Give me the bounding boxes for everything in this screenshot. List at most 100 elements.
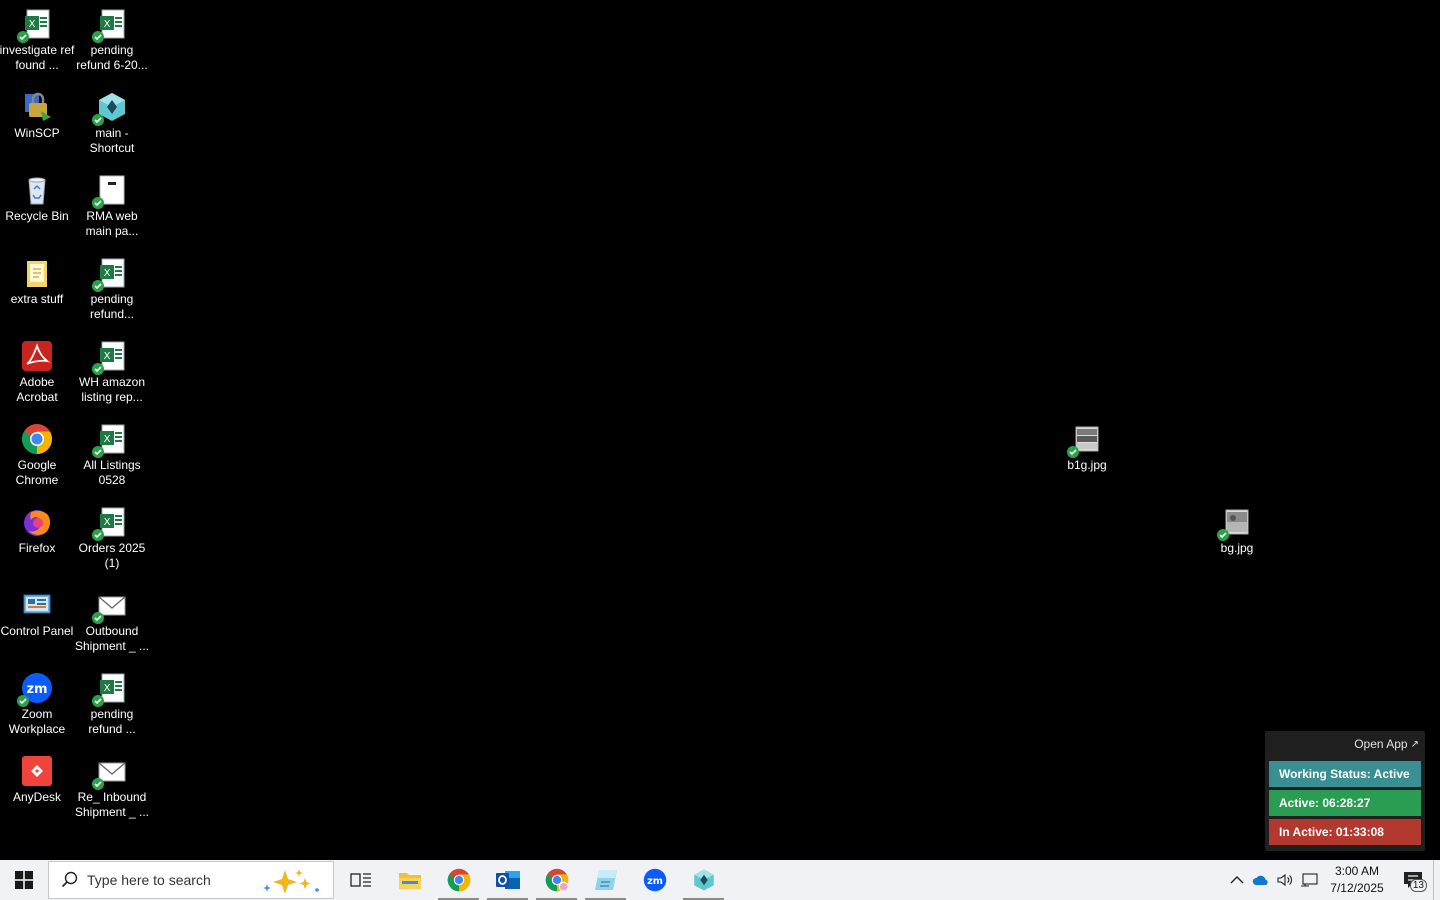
clock-date: 7/12/2025 — [1330, 881, 1384, 895]
svg-text:zm: zm — [647, 876, 663, 887]
desktop-icon-adobe-acrobat[interactable]: Adobe Acrobat — [0, 332, 75, 405]
desktop-icon-google-chrome[interactable]: Google Chrome — [0, 415, 75, 488]
folder-icon — [21, 257, 53, 289]
active-time-bar: Active: 06:28:27 — [1269, 790, 1421, 816]
excel-file-icon: X — [92, 672, 128, 707]
desktop-icon-investigate-ref[interactable]: X investigate ref found ... — [0, 0, 75, 73]
taskbar-outlook[interactable] — [483, 860, 532, 900]
network-icon — [1301, 873, 1318, 887]
desktop-icon-control-panel[interactable]: Control Panel — [0, 581, 75, 639]
excel-file-icon: X — [92, 506, 128, 541]
task-view-icon — [349, 873, 371, 887]
desktop-icon-pending-refund-620[interactable]: X pending refund 6-20... — [74, 0, 150, 73]
taskbar-zoom[interactable]: zm — [630, 860, 679, 900]
start-button[interactable] — [0, 860, 48, 900]
desktop-icon-pending-refund-2[interactable]: X pending refund ... — [74, 664, 150, 737]
volume-tray-button[interactable] — [1273, 860, 1297, 900]
sync-check-icon — [1067, 446, 1079, 458]
recycle-bin-icon — [21, 174, 53, 206]
search-input[interactable] — [85, 871, 259, 889]
svg-text:X: X — [29, 19, 36, 30]
desktop-icon-label: investigate ref found ... — [0, 43, 75, 72]
notification-count-badge: 13 — [1409, 879, 1427, 892]
taskbar: zm 3:00 AM 7/12/2025 13 — [0, 860, 1440, 900]
app-shortcut-icon — [92, 91, 128, 126]
system-tray: 3:00 AM 7/12/2025 13 — [1225, 860, 1440, 900]
taskbar-chrome-profile[interactable] — [532, 860, 581, 900]
desktop-icon-orders-2025[interactable]: X Orders 2025 (1) — [74, 498, 150, 571]
svg-text:X: X — [104, 19, 111, 30]
notepad-icon — [594, 870, 617, 890]
desktop-icon-label: Orders 2025 (1) — [78, 541, 146, 570]
windows-logo-icon — [15, 871, 33, 889]
onedrive-tray-button[interactable] — [1249, 860, 1273, 900]
desktop-icon-pending-refund[interactable]: X pending refund... — [74, 249, 150, 322]
task-view-button[interactable] — [336, 860, 385, 900]
desktop-icon-label: Adobe Acrobat — [16, 375, 58, 404]
excel-file-icon: X — [17, 8, 53, 43]
show-desktop-button[interactable] — [1433, 860, 1440, 900]
desktop-icon-label: pending refund ... — [88, 707, 136, 736]
open-app-link[interactable]: Open App ↗ — [1354, 737, 1419, 751]
time-tracker-widget: Open App ↗ Working Status: Active Active… — [1265, 731, 1425, 851]
desktop-icon-extra-stuff[interactable]: extra stuff — [0, 249, 75, 307]
desktop-icon-label: All Listings 0528 — [83, 458, 141, 487]
notification-center-button[interactable]: 13 — [1393, 860, 1433, 900]
desktop-icon-wh-amazon[interactable]: X WH amazon listing rep... — [74, 332, 150, 405]
desktop-icon-firefox[interactable]: Firefox — [0, 498, 75, 556]
desktop-icon-label: extra stuff — [10, 292, 64, 306]
winscp-icon — [21, 91, 53, 123]
sync-check-icon — [17, 695, 29, 707]
desktop-icon-outbound-shipment[interactable]: Outbound Shipment _ ... — [74, 581, 150, 654]
desktop-icon-label: pending refund 6-20... — [76, 43, 148, 72]
sync-check-icon — [92, 280, 104, 292]
acrobat-icon — [21, 340, 53, 372]
taskbar-main-app[interactable] — [679, 860, 728, 900]
desktop-icon-label: WH amazon listing rep... — [78, 375, 146, 404]
taskbar-search-box[interactable] — [48, 861, 334, 899]
desktop-icon-winscp[interactable]: WinSCP — [0, 83, 75, 141]
desktop-icon-inbound-shipment[interactable]: Re_ Inbound Shipment _ ... — [74, 747, 150, 820]
sync-check-icon — [92, 363, 104, 375]
svg-text:X: X — [104, 434, 111, 445]
sync-check-icon — [92, 612, 104, 624]
desktop-icon-label: Re_ Inbound Shipment _ ... — [74, 790, 150, 819]
network-tray-button[interactable] — [1297, 860, 1321, 900]
sync-check-icon — [92, 197, 104, 209]
taskbar-notepad-app[interactable] — [581, 860, 630, 900]
desktop-icon-label: Google Chrome — [15, 458, 59, 487]
desktop-icon-label: Firefox — [18, 541, 56, 555]
desktop-icon-b1g-jpg[interactable]: b1g.jpg — [1049, 415, 1125, 473]
taskbar-clock[interactable]: 3:00 AM 7/12/2025 — [1321, 863, 1393, 897]
desktop-icon-all-listings[interactable]: X All Listings 0528 — [74, 415, 150, 488]
desktop-icon-rma-web[interactable]: RMA web main pa... — [74, 166, 150, 239]
desktop-icon-recycle-bin[interactable]: Recycle Bin — [0, 166, 75, 224]
desktop-icon-anydesk[interactable]: AnyDesk — [0, 747, 75, 805]
desktop-icon-zoom-workplace[interactable]: zm Zoom Workplace — [0, 664, 75, 737]
taskbar-file-explorer[interactable] — [385, 860, 434, 900]
sync-check-icon — [92, 31, 104, 43]
sync-check-icon — [17, 31, 29, 43]
taskbar-chrome[interactable] — [434, 860, 483, 900]
desktop-icon-main-shortcut[interactable]: main - Shortcut — [74, 83, 150, 156]
excel-file-icon: X — [92, 8, 128, 43]
desktop-icon-bg-jpg[interactable]: bg.jpg — [1199, 498, 1275, 556]
outlook-icon — [495, 871, 520, 889]
folder-icon — [398, 873, 421, 889]
desktop-icon-label: AnyDesk — [12, 790, 62, 804]
anydesk-icon — [21, 755, 53, 787]
external-link-icon: ↗ — [1410, 738, 1419, 750]
desktop-icon-label: Recycle Bin — [5, 209, 69, 223]
svg-text:X: X — [104, 683, 111, 694]
show-hidden-icons-button[interactable] — [1225, 860, 1249, 900]
sync-check-icon — [92, 695, 104, 707]
excel-file-icon: X — [92, 340, 128, 375]
search-icon — [61, 871, 78, 888]
image-file-icon — [1217, 506, 1253, 541]
app-shortcut-icon — [693, 869, 714, 891]
mail-file-icon — [92, 589, 128, 624]
inactive-time-bar: In Active: 01:33:08 — [1269, 819, 1421, 845]
svg-text:X: X — [104, 351, 111, 362]
excel-file-icon: X — [92, 423, 128, 458]
onedrive-cloud-icon — [1252, 875, 1268, 885]
